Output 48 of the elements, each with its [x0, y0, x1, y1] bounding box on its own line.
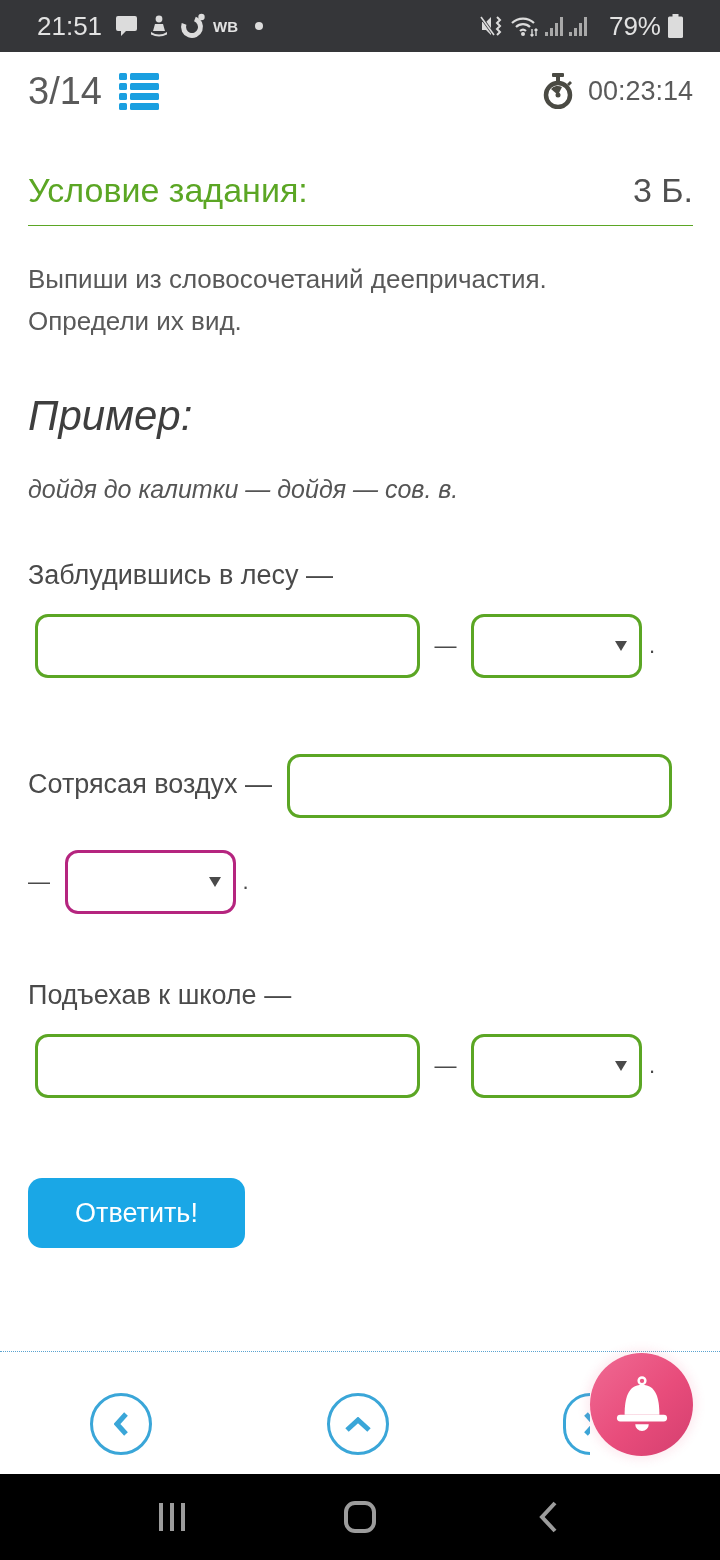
caret-icon — [615, 641, 628, 651]
aspect-dropdown[interactable] — [64, 850, 236, 914]
stopwatch-icon — [541, 73, 574, 109]
task-points: 3 Б. — [632, 170, 693, 210]
period-text: . — [649, 633, 656, 659]
example-heading: Пример: — [28, 391, 194, 441]
person-icon — [150, 15, 169, 37]
dash-text: — — [434, 1053, 457, 1079]
signal-icon — [568, 16, 587, 36]
mute-icon — [479, 14, 502, 38]
home-icon[interactable] — [344, 1501, 376, 1533]
period-text: . — [649, 1053, 656, 1079]
battery-percent: 79% — [608, 10, 661, 42]
answer-field[interactable] — [286, 754, 672, 818]
battery-icon — [668, 14, 683, 38]
chevron-up-icon — [344, 1416, 371, 1432]
chat-bubble-icon — [115, 15, 139, 37]
phrase-label: Заблудившись в лесу — — [28, 560, 334, 590]
answer-field[interactable] — [35, 614, 420, 678]
instruction-text: Выпиши из словосочетаний деепричастия. — [28, 263, 548, 296]
status-time: 21:51 — [37, 10, 103, 42]
caret-icon — [208, 877, 221, 887]
chevron-left-icon — [113, 1412, 128, 1436]
recent-apps-icon[interactable] — [158, 1502, 186, 1532]
caret-icon — [615, 1061, 628, 1071]
phrase-label: Сотрясая воздух — — [28, 769, 273, 800]
submit-button[interactable]: Ответить! — [28, 1178, 245, 1248]
list-icon[interactable] — [118, 72, 159, 110]
period-text: . — [242, 869, 249, 895]
next-button[interactable] — [563, 1393, 590, 1455]
wifi-icon — [510, 15, 539, 37]
app-label: WB — [213, 17, 239, 35]
phrase-label: Подъехав к школе — — [28, 980, 292, 1010]
question-counter: 3/14 — [28, 69, 102, 113]
chevron-right-icon — [584, 1412, 590, 1436]
back-icon[interactable] — [539, 1501, 557, 1533]
task-title: Условие задания: — [28, 170, 308, 210]
aspect-dropdown[interactable] — [471, 1034, 643, 1098]
dash-text: — — [434, 633, 457, 659]
answer-field[interactable] — [35, 1034, 420, 1098]
dot-icon — [255, 22, 264, 30]
instruction-text: Определи их вид. — [28, 305, 243, 338]
timer-text: 00:23:14 — [587, 75, 693, 107]
ring-icon — [180, 13, 207, 39]
aspect-dropdown[interactable] — [471, 614, 643, 678]
dash-text: — — [28, 869, 50, 895]
example-text: дойдя до калитки — дойдя — сов. в. — [28, 474, 460, 505]
signal-icon — [544, 16, 563, 36]
